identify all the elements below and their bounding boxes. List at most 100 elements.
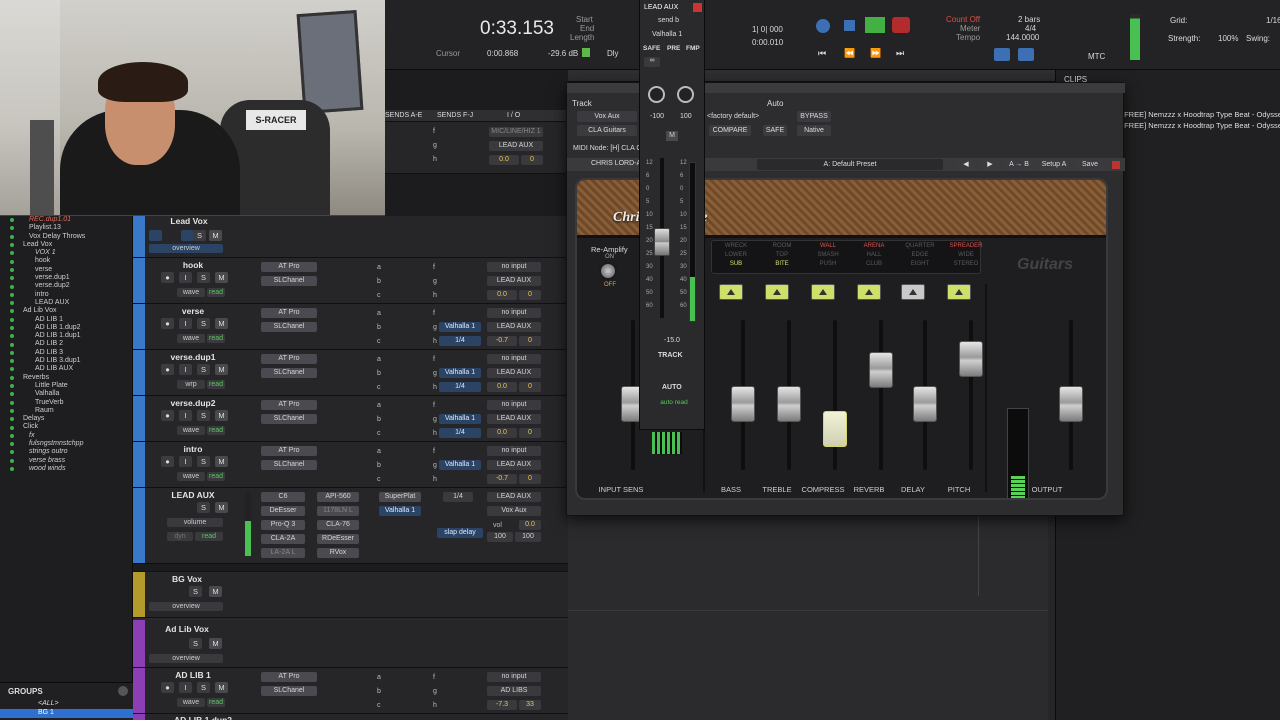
track-list-item[interactable]: fulsngstmnstchpp xyxy=(0,440,132,448)
send-a[interactable]: a xyxy=(377,310,381,317)
track-active-icon[interactable] xyxy=(10,442,14,447)
send-level[interactable]: 1/4 xyxy=(439,382,481,392)
mute-button[interactable]: M xyxy=(215,318,228,329)
insert-slot[interactable]: SLChanel xyxy=(261,460,317,470)
mode-toggle-button[interactable] xyxy=(947,284,971,300)
send-c[interactable]: c xyxy=(377,338,381,345)
playlist-mode-selector[interactable]: wrp xyxy=(177,380,205,389)
track-list-item[interactable]: Little Plate xyxy=(0,382,132,390)
next-preset-icon[interactable]: ▶ xyxy=(981,159,999,170)
send-g[interactable]: g xyxy=(433,688,437,695)
volume-value[interactable]: 0.0 xyxy=(487,290,517,300)
output-selector[interactable]: Vox Aux xyxy=(487,506,541,516)
track-list-item[interactable]: Click xyxy=(0,423,132,431)
playlist-mode-selector[interactable]: wave xyxy=(177,426,205,435)
level-readout[interactable]: -15.0 xyxy=(664,337,680,344)
send-h[interactable]: h xyxy=(433,156,437,163)
folder-track-bg-vox[interactable]: BG Vox S Moverview xyxy=(133,572,568,618)
track-active-icon[interactable] xyxy=(10,276,14,281)
send-slot[interactable]: SuperPlat xyxy=(379,492,421,502)
clip-item[interactable]: [FREE] Nemzzz x Hoodtrap Type Beat - Ody… xyxy=(1122,110,1280,119)
mode-option[interactable]: EDGE xyxy=(897,251,943,259)
grid-value[interactable]: 1/16 xyxy=(1266,16,1280,25)
mode-option[interactable]: LOWER xyxy=(713,251,759,259)
pan-knob-right[interactable] xyxy=(677,86,694,103)
playlist-mode-selector[interactable]: wave xyxy=(177,334,205,343)
send-g[interactable]: g xyxy=(433,278,437,285)
insert-slot[interactable]: CLA-2A xyxy=(261,534,305,544)
send-slot[interactable]: slap delay xyxy=(437,528,483,538)
track-name[interactable]: hook xyxy=(153,260,233,270)
volume-value[interactable]: -0.7 xyxy=(487,474,517,484)
midi-icon-2[interactable] xyxy=(1018,48,1034,61)
insert-slot[interactable]: SLChanel xyxy=(261,322,317,332)
track-name[interactable]: intro xyxy=(153,444,233,454)
ab-button[interactable]: A → B xyxy=(1005,159,1033,170)
rewind-icon[interactable]: ⏮ xyxy=(818,48,826,59)
send-f[interactable]: f xyxy=(433,128,435,135)
input-monitor-button[interactable]: I xyxy=(179,364,192,375)
send-slot[interactable]: Valhalla 1 xyxy=(439,414,481,424)
send-level[interactable]: 1/4 xyxy=(443,492,473,502)
bars-value[interactable]: 1| 0| 000 xyxy=(752,25,783,34)
strip-name[interactable]: LEAD AUX xyxy=(644,4,678,11)
forward-icon[interactable]: ⏩ xyxy=(870,48,881,59)
insert-slot[interactable]: AT Pro xyxy=(261,308,317,318)
strip-fader-cap[interactable] xyxy=(654,228,670,256)
pan-left-value[interactable]: -100 xyxy=(650,113,664,120)
mute-button[interactable]: M xyxy=(215,364,228,375)
strength-value[interactable]: 100% xyxy=(1218,34,1238,43)
track-active-icon[interactable] xyxy=(10,400,14,405)
mode-option[interactable]: PUSH xyxy=(805,260,851,268)
track-list-item[interactable]: Valhalla xyxy=(0,390,132,398)
solo-button[interactable]: S xyxy=(197,364,210,375)
track-list-item[interactable]: TrueVerb xyxy=(0,399,132,407)
track-active-icon[interactable] xyxy=(10,384,14,389)
back-icon[interactable]: ⏪ xyxy=(844,48,855,59)
track-list-item[interactable]: wood winds xyxy=(0,465,132,473)
automation-read-selector[interactable]: read xyxy=(207,288,225,297)
count-off-label[interactable]: Count Off xyxy=(946,15,980,24)
track-list-item[interactable]: AD LIB 1.dup2 xyxy=(0,324,132,332)
input-monitor-button[interactable]: I xyxy=(179,272,192,283)
send-level[interactable]: 1/4 xyxy=(439,428,481,438)
mute-button[interactable]: M xyxy=(215,272,228,283)
insert-slot[interactable]: CLA-76 xyxy=(317,520,359,530)
send-h[interactable]: h xyxy=(433,476,437,483)
track-active-icon[interactable] xyxy=(10,234,14,239)
solo-button[interactable]: S xyxy=(197,682,210,693)
audio-track-versedup1[interactable]: verse.dup1 ● I S Mwrp read AT Pro SLChanel a b c f g… xyxy=(133,350,568,396)
send-g[interactable]: g xyxy=(433,370,437,377)
mode-option[interactable]: ROOM xyxy=(759,242,805,250)
fmp-button[interactable]: FMP xyxy=(686,45,700,52)
track-active-icon[interactable] xyxy=(10,284,14,289)
tempo-value[interactable]: 144.0000 xyxy=(1006,33,1039,42)
auto-mode-selector[interactable]: auto read xyxy=(652,399,696,406)
automation-read-selector[interactable]: read xyxy=(207,334,225,343)
send-g[interactable]: g xyxy=(433,462,437,469)
pan-value[interactable]: 0 xyxy=(519,382,541,392)
audio-track-hook[interactable]: hook ● I S Mwave read AT Pro SLChanel a b c f g h no i… xyxy=(133,258,568,304)
track-name[interactable]: BG Vox xyxy=(147,574,227,584)
insert-slot[interactable]: API-560 xyxy=(317,492,359,502)
track-active-icon[interactable] xyxy=(10,467,14,472)
groups-panel[interactable]: GROUPS <ALL> BG 1 xyxy=(0,682,133,720)
mute-button[interactable]: M xyxy=(209,638,222,649)
mtc-label[interactable]: MTC xyxy=(1088,52,1105,61)
send-c[interactable]: c xyxy=(377,292,381,299)
track-active-icon[interactable] xyxy=(10,450,14,455)
track-list-item[interactable]: intro xyxy=(0,291,132,299)
end-icon[interactable]: ⏭ xyxy=(896,48,904,59)
solo-button[interactable]: S xyxy=(193,230,206,241)
send-b[interactable]: b xyxy=(377,324,381,331)
send-a[interactable]: a xyxy=(377,448,381,455)
input-selector[interactable]: no input xyxy=(487,400,541,410)
send-selector[interactable]: send b xyxy=(658,17,679,24)
audio-track-ad-lib-1-dup2[interactable]: AD LIB 1.dup2 xyxy=(133,714,568,720)
fader-cap[interactable] xyxy=(731,386,755,423)
mute-button[interactable]: M xyxy=(215,502,228,513)
track-name[interactable]: Lead Vox xyxy=(149,216,229,226)
fader-cap[interactable] xyxy=(823,411,847,448)
fader-cap[interactable] xyxy=(959,340,983,377)
input-monitor-button[interactable]: I xyxy=(179,456,192,467)
